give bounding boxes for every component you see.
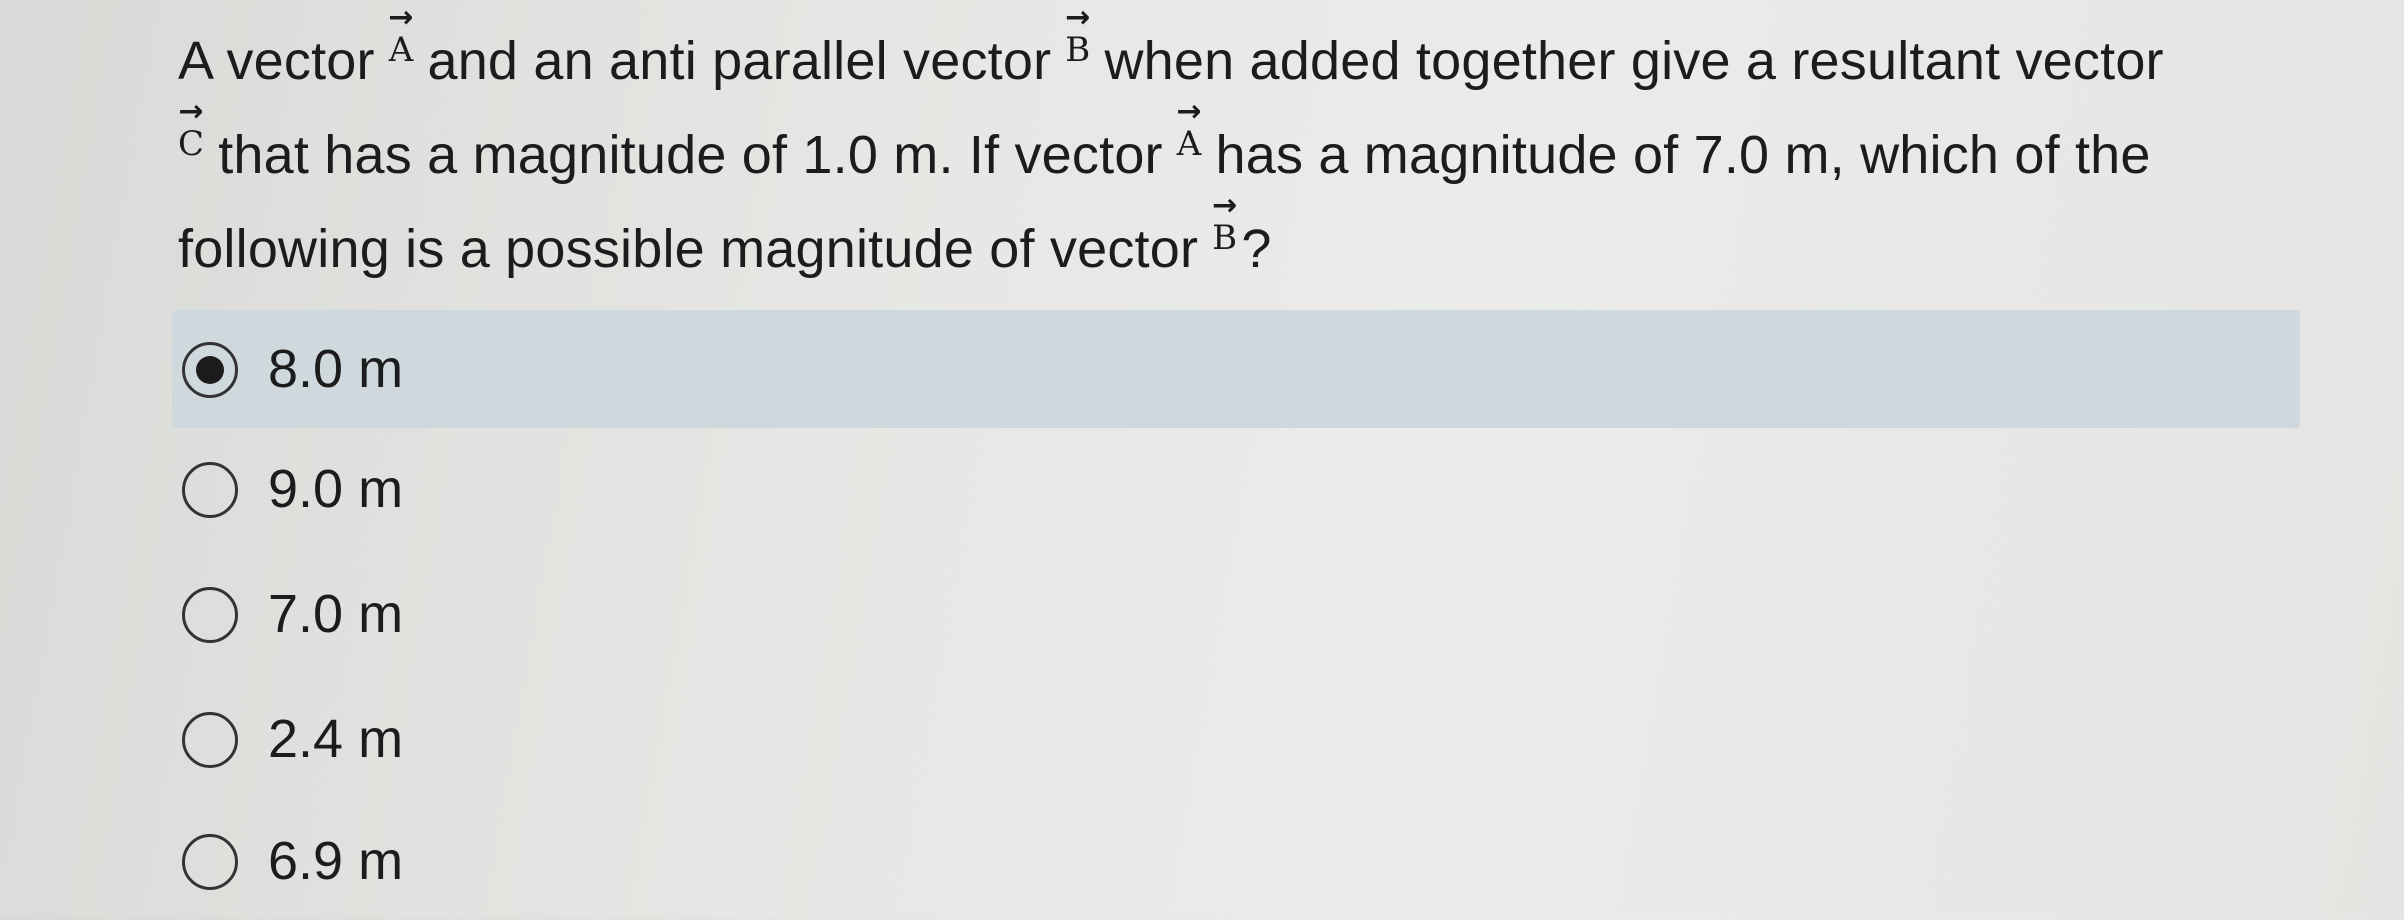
answer-option-3[interactable]: 7.0 m (172, 555, 2300, 673)
radio-button-selected[interactable] (182, 342, 238, 398)
vector-a-symbol: A (389, 33, 414, 67)
question-part-6: ? (1241, 219, 1272, 279)
answer-option-label: 6.9 m (268, 831, 404, 891)
radio-button[interactable] (182, 712, 238, 768)
radio-button[interactable] (182, 587, 238, 643)
question-part-2: and an anti parallel vector (427, 31, 1052, 91)
answer-option-1[interactable]: 8.0 m (172, 310, 2300, 428)
answer-option-label: 8.0 m (268, 339, 404, 399)
answer-option-4[interactable]: 2.4 m (172, 680, 2300, 798)
radio-dot-icon (196, 356, 224, 384)
vector-b-symbol: B (1065, 33, 1090, 67)
answer-option-label: 9.0 m (268, 459, 404, 519)
question-text: A vector Aand an anti parallel vector Bwhe… (178, 14, 2318, 296)
answer-option-label: 7.0 m (268, 584, 404, 644)
radio-button[interactable] (182, 462, 238, 518)
question-part-1: A vector (178, 31, 375, 91)
answer-option-2[interactable]: 9.0 m (172, 430, 2300, 548)
answer-option-5[interactable]: 6.9 m (172, 802, 2300, 920)
question-part-4: that has a magnitude of 1.0 m. If vector (218, 125, 1163, 185)
answer-option-label: 2.4 m (268, 709, 404, 769)
radio-button[interactable] (182, 834, 238, 890)
vector-a-symbol-2: A (1177, 127, 1202, 161)
vector-b-symbol-2: B (1212, 221, 1237, 255)
vector-c-symbol: C (178, 127, 204, 161)
question-part-3: when added together give a resultant vec… (1104, 31, 2164, 91)
